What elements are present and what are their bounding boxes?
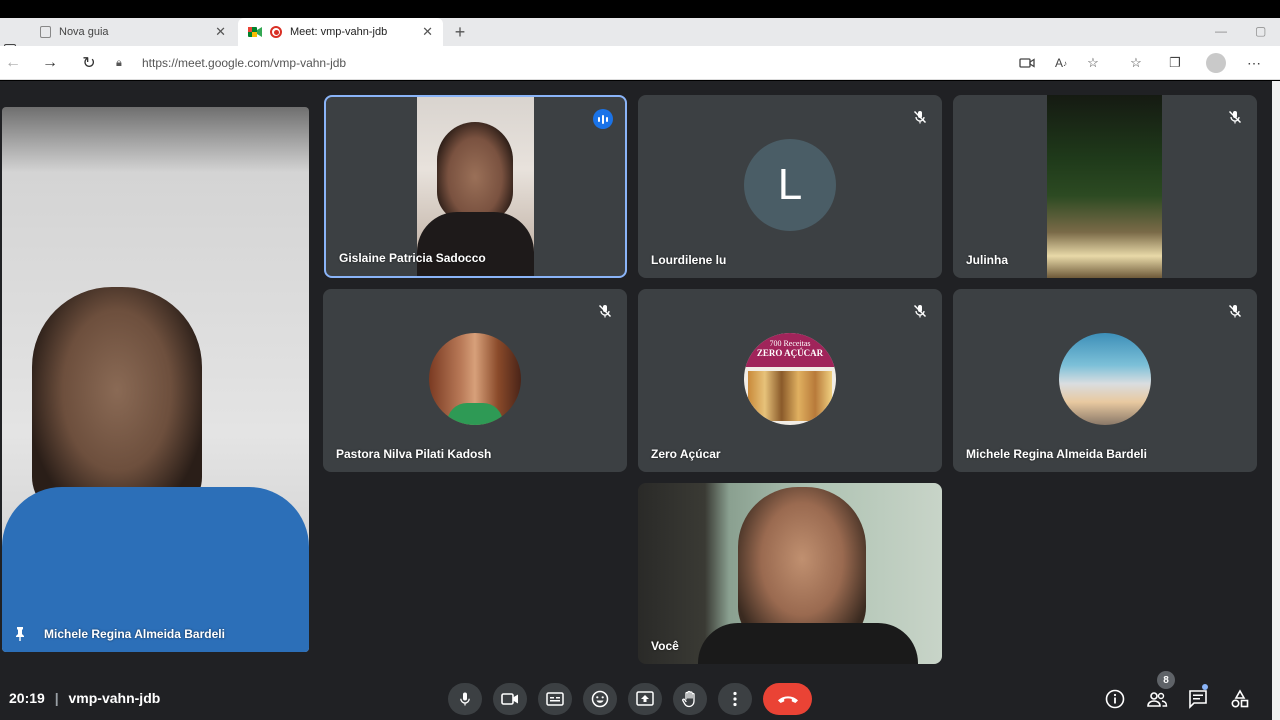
info-button[interactable]: [1104, 688, 1126, 710]
meeting-time: 20:19: [9, 690, 45, 706]
chat-button[interactable]: [1187, 688, 1209, 710]
speaking-indicator-icon: [593, 109, 613, 129]
participant-name: Michele Regina Almeida Bardeli: [966, 447, 1147, 461]
forward-icon[interactable]: →: [39, 52, 61, 74]
recording-icon: [270, 26, 282, 38]
mic-button[interactable]: [448, 683, 482, 715]
mic-off-icon: [1228, 110, 1242, 124]
mic-off-icon: [913, 304, 927, 318]
scrollbar[interactable]: [1272, 81, 1280, 720]
people-button[interactable]: [1146, 688, 1168, 710]
screen-top-bar: [0, 0, 1280, 18]
participant-count-badge: 8: [1157, 671, 1175, 689]
captions-icon: [546, 692, 564, 706]
participant-tile[interactable]: Julinha: [953, 95, 1257, 278]
camera-permission-icon[interactable]: [1018, 54, 1036, 72]
raise-hand-button[interactable]: [673, 683, 707, 715]
participant-video: [1047, 95, 1162, 278]
participant-name: Gislaine Patricia Sadocco: [339, 251, 486, 265]
pinned-video-tile[interactable]: Michele Regina Almeida Bardeli: [2, 107, 309, 652]
participant-tile[interactable]: L Lourdilene lu: [638, 95, 942, 278]
meeting-info: 20:19 | vmp-vahn-jdb: [9, 690, 160, 706]
info-icon: [1105, 689, 1125, 709]
url-text: https://meet.google.com/vmp-vahn-jdb: [142, 56, 347, 70]
participant-video: [32, 287, 202, 517]
collections-icon[interactable]: ❐: [1166, 54, 1184, 72]
participant-avatar: L: [744, 138, 836, 231]
avatar-letter: L: [777, 159, 803, 209]
favorites-icon[interactable]: ☆: [1127, 54, 1145, 72]
emoji-button[interactable]: [583, 683, 617, 715]
add-favorite-icon[interactable]: ☆: [1084, 54, 1102, 72]
meeting-code: vmp-vahn-jdb: [68, 690, 161, 706]
emoji-icon: [591, 690, 609, 708]
participant-tile[interactable]: Pastora Nilva Pilati Kadosh: [323, 289, 627, 472]
camera-button[interactable]: [493, 683, 527, 715]
participant-name: Julinha: [966, 253, 1009, 267]
present-icon: [636, 691, 654, 706]
participant-tile[interactable]: 700 Receitas ZERO AÇÚCAR Zero Açúcar: [638, 289, 942, 472]
browser-tabstrip: Nova guia ✕ Meet: vmp-vahn-jdb ✕ + — ▢: [0, 18, 1280, 55]
participant-tile[interactable]: Gislaine Patricia Sadocco: [324, 95, 627, 278]
more-menu-icon[interactable]: ⋯: [1245, 54, 1263, 72]
participant-tile[interactable]: Michele Regina Almeida Bardeli: [953, 289, 1257, 472]
camera-icon: [501, 693, 518, 705]
pin-icon[interactable]: [12, 626, 28, 642]
restore-icon[interactable]: ▢: [1255, 24, 1266, 38]
captions-button[interactable]: [538, 683, 572, 715]
participant-name: Você: [651, 639, 679, 653]
participant-name: Zero Açúcar: [651, 447, 721, 461]
participant-avatar: 700 Receitas ZERO AÇÚCAR: [744, 332, 836, 425]
present-button[interactable]: [628, 683, 662, 715]
more-options-icon: [733, 691, 737, 707]
participant-avatar: [429, 332, 521, 425]
participant-name: Lourdilene lu: [651, 253, 727, 267]
participant-avatar: [1059, 332, 1151, 425]
activities-icon: [1231, 689, 1249, 708]
refresh-icon[interactable]: ↻: [78, 52, 100, 74]
more-options-button[interactable]: [718, 683, 752, 715]
raise-hand-icon: [682, 690, 695, 708]
mic-off-icon: [913, 110, 927, 124]
activities-button[interactable]: [1229, 688, 1251, 710]
end-call-icon: [777, 696, 798, 703]
end-call-button[interactable]: [763, 683, 812, 715]
participant-count: 8: [1163, 674, 1169, 686]
avatar-text: 700 Receitas: [769, 338, 811, 348]
mic-icon: [460, 692, 470, 706]
new-tab-icon[interactable]: +: [451, 18, 469, 46]
avatar-text: ZERO AÇÚCAR: [756, 347, 824, 358]
meet-logo-icon: [248, 27, 262, 37]
participant-name: Pastora Nilva Pilati Kadosh: [336, 447, 492, 461]
close-tab-icon[interactable]: ✕: [422, 24, 433, 40]
browser-toolbar: ← → ↻ 🔒︎ https://meet.google.com/vmp-vah…: [0, 46, 1280, 80]
chat-icon: [1189, 690, 1207, 709]
mic-off-icon: [598, 304, 612, 318]
read-aloud-icon[interactable]: A ♪: [1052, 54, 1070, 72]
divider: |: [54, 690, 59, 706]
lock-icon: 🔒︎: [116, 56, 122, 69]
tab-label: Meet: vmp-vahn-jdb: [290, 26, 388, 38]
close-tab-icon[interactable]: ✕: [215, 24, 226, 40]
tab-nova-guia[interactable]: Nova guia ✕: [30, 18, 236, 46]
chat-notification-dot: [1202, 684, 1208, 690]
self-video-tile[interactable]: Você: [638, 483, 942, 664]
tab-meet[interactable]: Meet: vmp-vahn-jdb ✕: [238, 18, 443, 46]
address-bar[interactable]: 🔒︎ https://meet.google.com/vmp-vahn-jdb: [116, 51, 996, 75]
people-icon: [1147, 692, 1168, 707]
page-icon: [40, 26, 51, 38]
profile-avatar[interactable]: [1206, 53, 1226, 73]
mic-off-icon: [1228, 304, 1242, 318]
back-icon[interactable]: ←: [2, 52, 24, 74]
tab-label: Nova guia: [59, 26, 109, 38]
meet-stage: Michele Regina Almeida Bardeli Gislaine …: [0, 81, 1272, 720]
minimize-icon[interactable]: —: [1215, 24, 1227, 38]
participant-name: Michele Regina Almeida Bardeli: [44, 627, 225, 641]
